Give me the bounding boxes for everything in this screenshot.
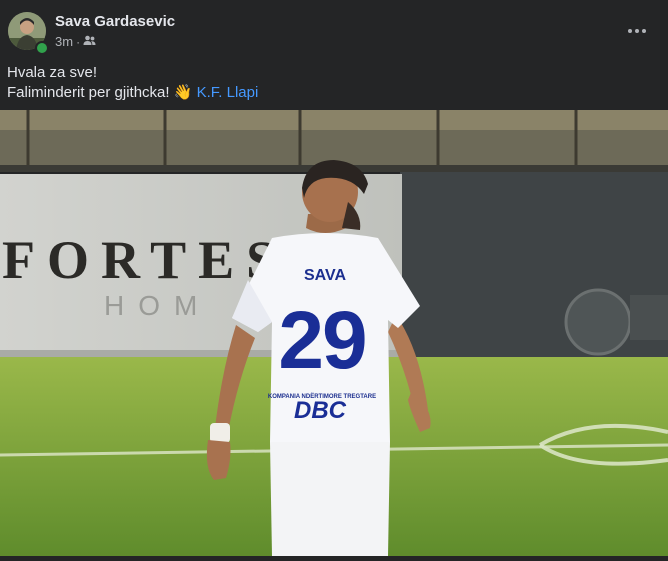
- post-photo[interactable]: FORTES HOM SAVA 29 KOMPANIA NDËRTIMORE T…: [0, 110, 668, 556]
- mention-link[interactable]: K.F. Llapi: [197, 84, 259, 101]
- post-text-line-2: Faliminderit per gjithcka! 👋 K.F. Llapi: [7, 83, 258, 103]
- post-text-line-1: Hvala za sve!: [7, 64, 98, 81]
- photo-canvas: FORTES HOM SAVA 29 KOMPANIA NDËRTIMORE T…: [0, 110, 668, 556]
- jersey-name: SAVA: [304, 267, 347, 284]
- facebook-post: Sava Gardasevic 3m · Hvala za sve! Falim…: [0, 0, 668, 556]
- waving-hand-emoji: 👋: [173, 84, 193, 101]
- more-options-icon[interactable]: [622, 19, 652, 43]
- post-header: Sava Gardasevic 3m · Hvala za sve! Falim…: [0, 0, 668, 110]
- meta-separator: ·: [76, 34, 81, 49]
- post-text-line-2-body: Faliminderit per gjithcka!: [7, 84, 170, 101]
- friends-icon[interactable]: [83, 34, 96, 49]
- post-text: Hvala za sve! Faliminderit per gjithcka!…: [7, 63, 258, 103]
- banner-subtext: HOM: [104, 290, 211, 321]
- post-time[interactable]: 3m: [55, 34, 73, 49]
- post-meta: 3m ·: [55, 34, 96, 49]
- jersey-sponsor: DBC: [294, 397, 347, 424]
- author-name[interactable]: Sava Gardasevic: [55, 13, 175, 30]
- online-status-indicator: [35, 41, 49, 55]
- jersey-number: 29: [278, 295, 365, 386]
- banner-text: FORTES: [2, 230, 288, 290]
